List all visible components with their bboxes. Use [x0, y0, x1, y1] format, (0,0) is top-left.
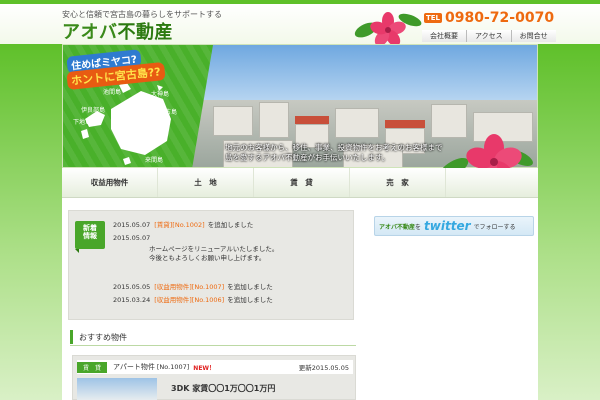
property-name-link[interactable]: アパート物件 — [113, 362, 155, 372]
topnav-company[interactable]: 会社概要 — [422, 30, 466, 42]
phone-number[interactable]: TEL 0980-72-0070 — [424, 10, 554, 26]
news-date: 2015.03.24 — [113, 296, 151, 305]
property-card-header: 賃 貸 アパート物件 [No.1007] NEW！ 更新2015.05.05 — [77, 360, 353, 374]
map-label-miyakojima-city: 宮古島市 — [143, 123, 168, 130]
news-body: ホームページをリニューアルいたしました。 今後ともよろしくお願い申し上げます。 — [113, 245, 349, 264]
miyako-map-panel: 住めばミヤコ? ホントに宮古島?? 池間島 大神島 伊良部島 宮古島 下地島 宮… — [63, 45, 213, 167]
map-label-irabu: 伊良部島 — [81, 107, 106, 114]
news-body-line1: ホームページをリニューアルいたしました。 — [149, 244, 279, 253]
news-date: 2015.05.07 — [113, 233, 151, 242]
news-body-line2: 今後ともよろしくお願い申し上げます。 — [149, 253, 266, 262]
twitter-prefix: アオバ不動産を — [379, 222, 421, 231]
map-label-kurima: 来間島 — [145, 157, 164, 164]
news-text: を追加しました — [207, 221, 254, 229]
mainnav-rental[interactable]: 賃 貸 — [254, 168, 350, 197]
hero-message: 地元のお客様から、移住、事業、投資物件をお考えのお客様まで 島を愛するアオバ不動… — [225, 143, 443, 163]
hero-message-line2: 島を愛するアオバ不動産がお手伝いいたします。 — [225, 153, 390, 163]
map-label-ikema: 池間島 — [103, 89, 122, 96]
left-green-margin — [0, 44, 62, 400]
recommended-heading: おすすめ物件 — [70, 330, 356, 344]
map-label-shimoji: 下地島 — [73, 119, 92, 126]
news-link[interactable]: [収益用物件][No.1006] — [154, 296, 224, 304]
twitter-suffix: でフォローする — [473, 223, 516, 231]
news-panel: 新着 情報 2015.05.07 [賃貸][No.1002] を追加しました 201… — [68, 210, 354, 320]
right-green-margin — [538, 44, 600, 400]
news-text: を追加しました — [227, 283, 273, 292]
topnav-access[interactable]: アクセス — [466, 30, 511, 42]
site-header: 安心と信頼で宮古島の暮らしをサポートする アオバ不動産 TEL 0980-72-… — [0, 4, 600, 47]
news-date: 2015.05.07 — [113, 221, 151, 229]
news-text: を追加しました — [227, 296, 273, 305]
mainnav-land[interactable]: 土 地 — [158, 168, 254, 197]
main-nav: 収益用物件 土 地 賃 貸 売 家 — [62, 168, 538, 198]
new-badge: NEW！ — [193, 364, 216, 372]
news-tag: 新着 情報 — [75, 221, 105, 253]
twitter-connector: を — [415, 223, 422, 231]
twitter-logo-icon: twitter — [424, 219, 471, 233]
news-tag-line2: 情報 — [83, 232, 97, 241]
property-number: [No.1007] — [156, 363, 190, 371]
property-category-badge: 賃 貸 — [77, 361, 108, 373]
top-nav: 会社概要 アクセス お問合せ — [422, 30, 556, 42]
site-logo[interactable]: アオバ不動産 — [62, 18, 173, 44]
twitter-brand: アオバ不動産 — [379, 223, 416, 231]
topnav-contact[interactable]: お問合せ — [510, 30, 556, 42]
news-date: 2015.05.05 — [113, 283, 151, 292]
logo-kana: アオバ — [62, 22, 118, 43]
mainnav-house-sale[interactable]: 売 家 — [350, 168, 446, 197]
news-item: 2015.05.07 [賃貸][No.1002] を追加しました — [113, 221, 349, 230]
map-label-ogami: 大神島 — [151, 91, 170, 98]
map-label-miyako: 宮古島 — [159, 109, 178, 116]
mainnav-spacer — [446, 168, 538, 197]
news-link[interactable]: [収益用物件][No.1007] — [154, 283, 224, 291]
news-item: 2015.05.05 [収益用物件][No.1007] を追加しました — [113, 283, 349, 292]
property-updated-date: 更新2015.05.05 — [298, 364, 349, 372]
twitter-follow-banner[interactable]: アオバ不動産を twitter でフォローする — [374, 216, 534, 236]
recommended-divider — [70, 345, 356, 346]
news-link[interactable]: [賃貸][No.1002] — [154, 221, 204, 229]
hibiscus-flower-icon — [354, 12, 422, 47]
news-item: 2015.05.07 — [113, 234, 349, 243]
property-spec: 3DK 家賃〇〇1万〇〇1万円 — [171, 384, 276, 393]
logo-kanji: 不動産 — [117, 22, 173, 43]
property-card[interactable]: 賃 貸 アパート物件 [No.1007] NEW！ 更新2015.05.05 3… — [72, 355, 356, 400]
news-item: 2015.03.24 [収益用物件][No.1006] を追加しました — [113, 296, 349, 305]
hero-message-line1: 地元のお客様から、移住、事業、投資物件をお考えのお客様まで — [225, 143, 443, 152]
tel-label: TEL — [424, 13, 443, 23]
news-list: 2015.05.07 [賃貸][No.1002] を追加しました 2015.05.0… — [113, 221, 349, 305]
property-photo[interactable] — [77, 378, 157, 400]
tel-number: 0980-72-0070 — [445, 10, 555, 26]
mainnav-income-property[interactable]: 収益用物件 — [62, 168, 158, 197]
